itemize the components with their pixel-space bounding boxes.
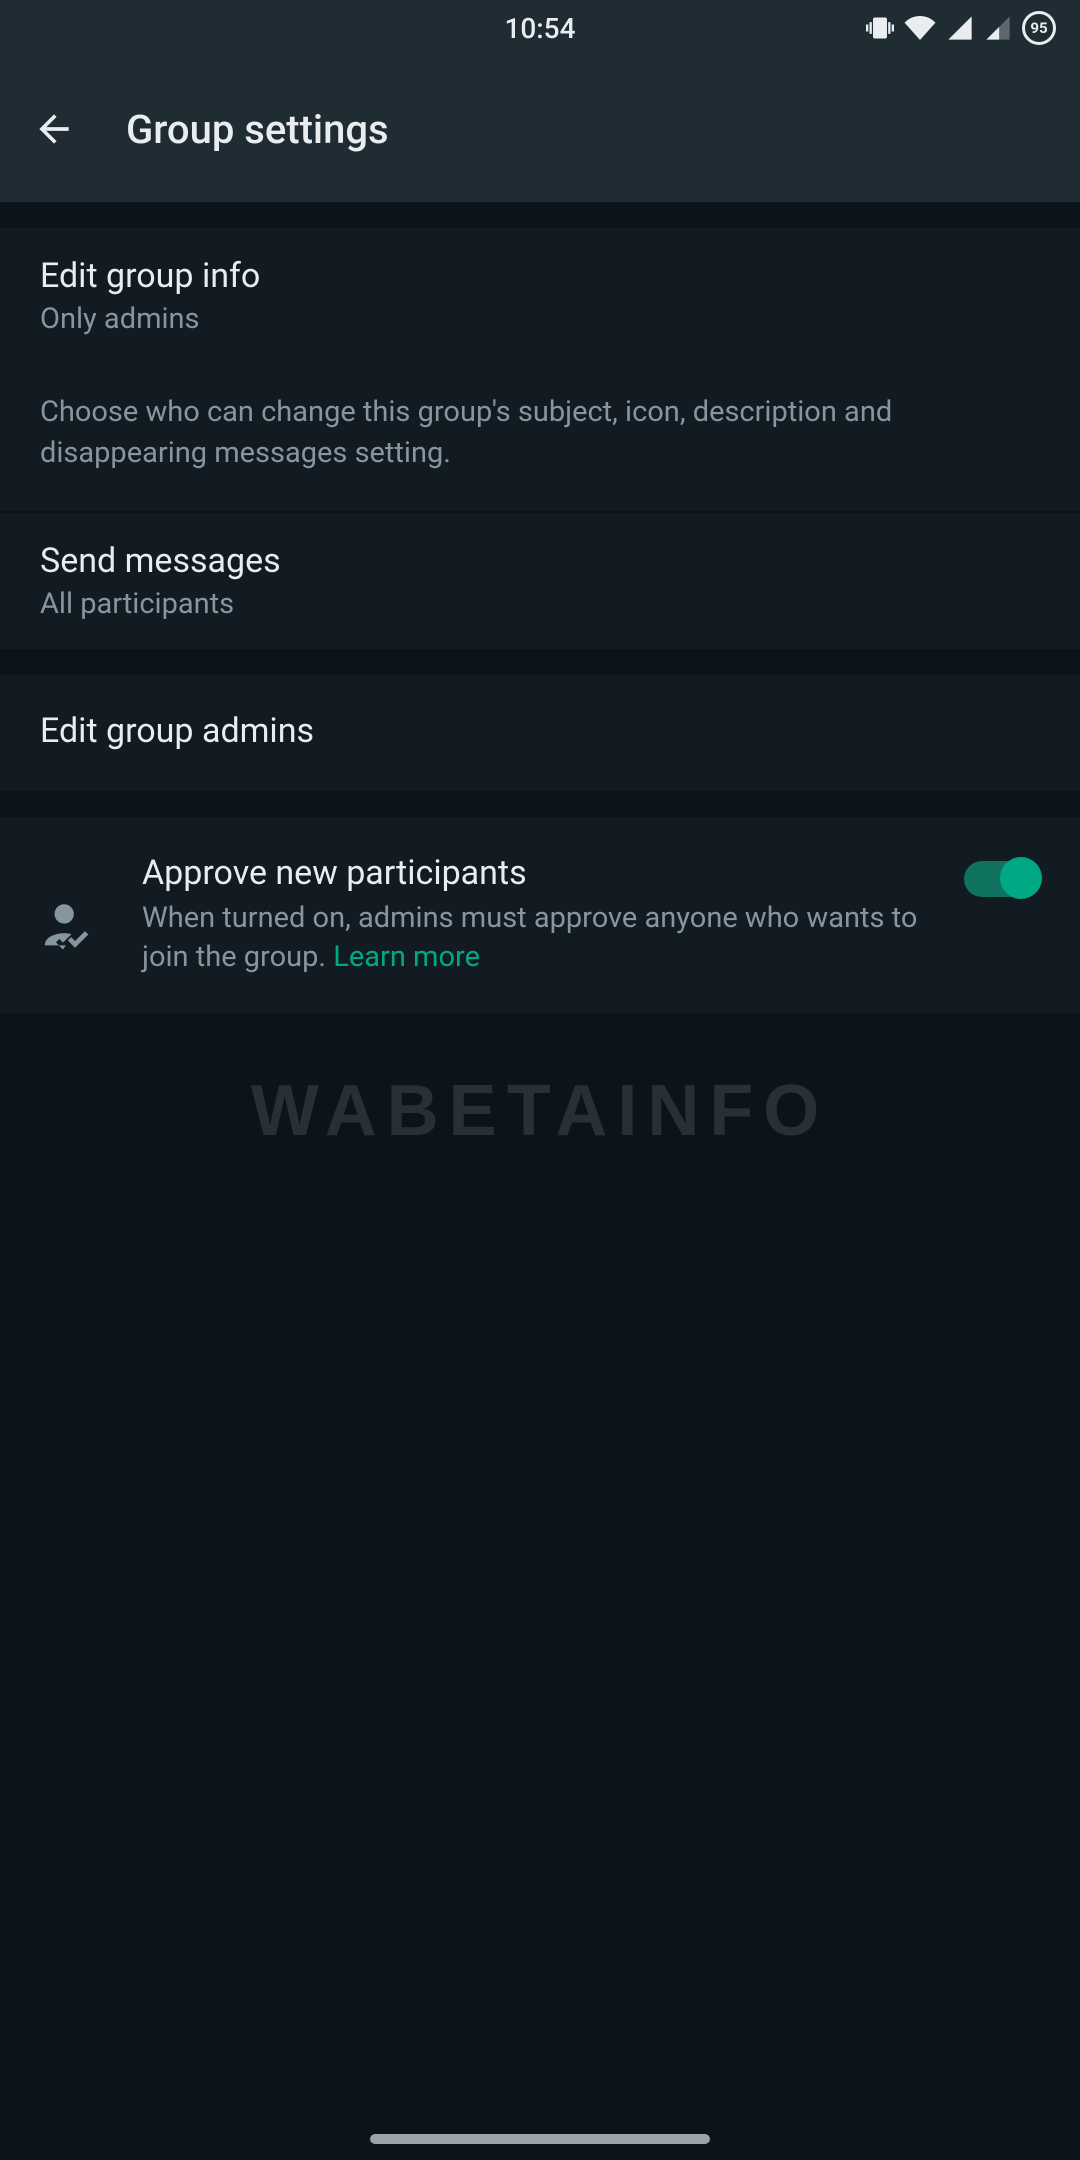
page-title: Group settings <box>126 106 389 153</box>
status-time: 10:54 <box>504 12 575 45</box>
toggle-text: Approve new participants When turned on,… <box>142 853 920 977</box>
setting-title: Edit group admins <box>40 711 1040 751</box>
setting-description: Choose who can change this group's subje… <box>0 364 1080 511</box>
description-text: When turned on, admins must approve anyo… <box>142 901 917 974</box>
watermark: WABETAINFO <box>0 1070 1080 1152</box>
status-bar: 10:54 95 <box>0 0 1080 56</box>
spacer <box>0 202 1080 228</box>
setting-send-messages[interactable]: Send messages All participants <box>0 513 1080 649</box>
setting-title: Edit group info <box>40 256 1040 296</box>
back-button[interactable] <box>24 99 84 159</box>
status-icons: 95 <box>866 11 1056 45</box>
spacer <box>0 649 1080 675</box>
setting-approve-participants[interactable]: Approve new participants When turned on,… <box>0 817 1080 1013</box>
signal-icon-2 <box>984 14 1012 42</box>
arrow-back-icon <box>32 107 76 151</box>
vibrate-icon <box>866 14 894 42</box>
setting-description: When turned on, admins must approve anyo… <box>142 899 920 977</box>
navigation-handle[interactable] <box>370 2134 710 2144</box>
wifi-icon <box>904 12 936 44</box>
setting-title: Approve new participants <box>142 853 920 893</box>
spacer <box>0 791 1080 817</box>
setting-edit-group-admins[interactable]: Edit group admins <box>0 675 1080 791</box>
battery-icon: 95 <box>1022 11 1056 45</box>
toggle-knob <box>1000 857 1042 899</box>
signal-icon-1 <box>946 14 974 42</box>
toggle-switch[interactable] <box>964 861 1040 897</box>
battery-level: 95 <box>1030 19 1047 37</box>
setting-title: Send messages <box>40 541 1040 581</box>
person-check-icon <box>40 897 98 959</box>
setting-value: Only admins <box>40 302 1040 336</box>
learn-more-link[interactable]: Learn more <box>333 940 480 974</box>
setting-value: All participants <box>40 587 1040 621</box>
app-bar: Group settings <box>0 56 1080 202</box>
setting-edit-group-info[interactable]: Edit group info Only admins <box>0 228 1080 364</box>
